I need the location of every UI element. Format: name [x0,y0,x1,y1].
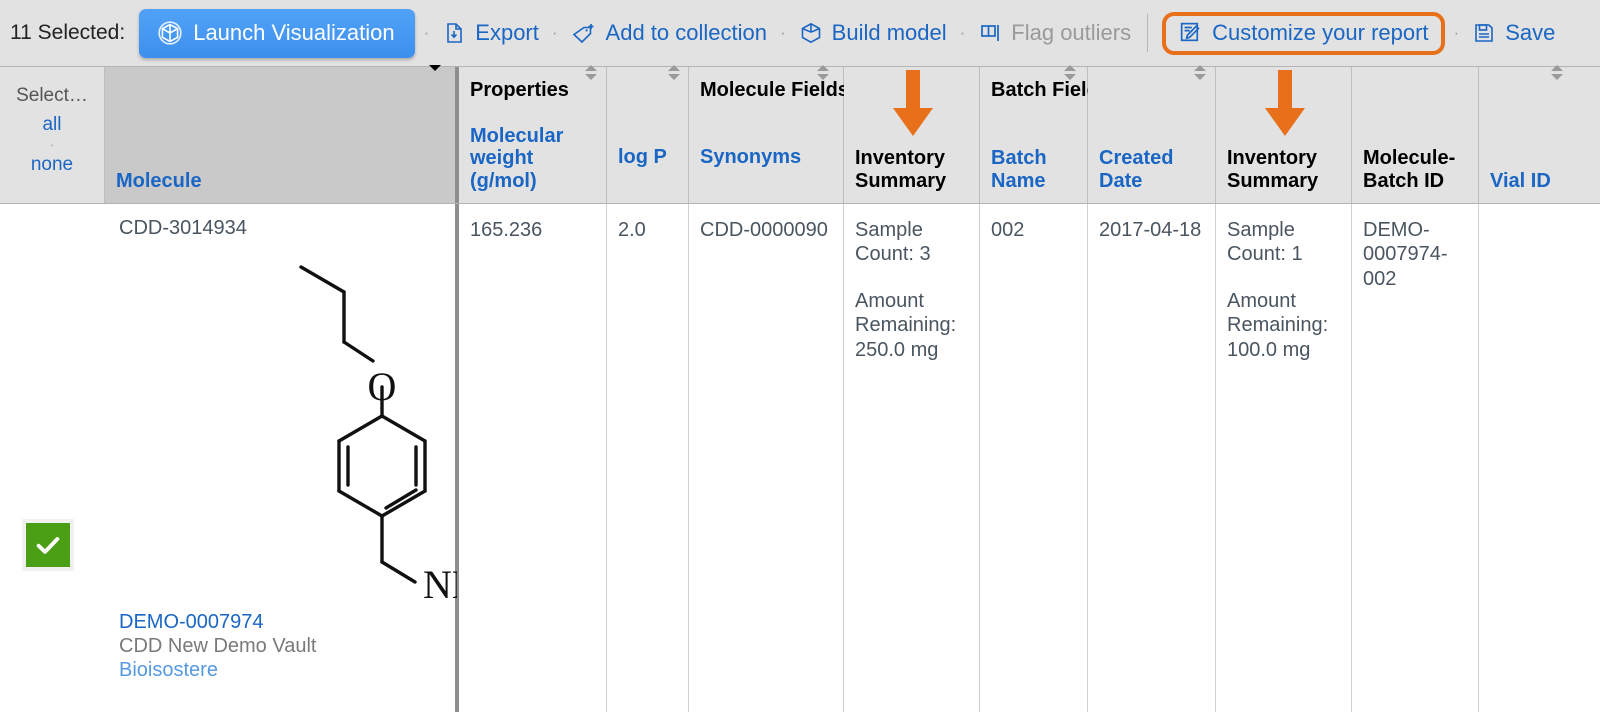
launch-visualization-button[interactable]: Launch Visualization [139,8,415,58]
column-batch-name: Batch Fields Batch Name 002 [980,65,1110,712]
sort-descending-icon[interactable] [429,65,441,175]
column-synonyms: Molecule Fields Synonyms CDD-0000090 [689,65,849,712]
molecule-results-table: Select… all · none Molecule CDD-3014934 … [0,65,1600,712]
molecule-header-label: Molecule [116,170,202,193]
molecular-weight-header-label: Molecular weight (g/mol) [470,124,564,193]
sort-toggle-icon[interactable] [1064,65,1076,145]
column-inventory-summary-batch: Inventory Summary Sample Count: 1 Amount… [1216,67,1352,712]
sample-count-text: Sample Count: 3 [855,219,931,266]
molecular-weight-column-header[interactable]: Properties Molecular weight (g/mol) [457,65,607,203]
group-label-properties: Properties [470,79,569,101]
toolbar-divider [1147,14,1149,52]
floppy-disk-icon [1472,21,1496,45]
molecule-footer: DEMO-0007974 CDD New Demo Vault Bioisost… [119,610,316,682]
vault-name-label: CDD New Demo Vault [119,635,317,657]
log-p-column-header[interactable]: log P [607,65,689,203]
project-link[interactable]: Bioisostere [119,658,316,682]
log-p-cell: 2.0 [607,204,689,712]
amount-remaining-text: Amount Remaining: 100.0 mg [1227,289,1329,361]
column-vial-id: Vial ID [1479,65,1600,712]
column-molecule: Molecule CDD-3014934 O N DEMO-0007974 CD… [105,65,493,712]
molecule-batch-id-header-label: Molecule-Batch ID [1363,147,1456,193]
log-p-header-label: log P [618,146,667,169]
selected-count-label: 11 Selected: [10,21,126,44]
molecular-weight-cell: 165.236 [457,204,607,712]
flag-outliers-label: Flag outliers [1011,20,1132,45]
molecule-batch-id-cell: DEMO-0007974-002 [1352,204,1479,712]
export-file-icon [442,21,466,45]
svg-text:O: O [368,364,397,409]
export-label: Export [475,20,539,45]
vial-id-column-header[interactable]: Vial ID [1479,65,1600,203]
molecule-id-label: CDD-3014934 [119,217,247,239]
created-date-header-label: Created Date [1099,147,1174,193]
row-checkbox[interactable] [22,519,74,571]
tag-plus-icon [571,21,597,45]
flag-outliers-button[interactable]: Flag outliers [974,16,1135,50]
vial-id-header-label: Vial ID [1490,170,1551,193]
cube-icon [799,21,823,45]
sort-toggle-icon[interactable] [668,65,680,145]
column-log-p: log P 2.0 [607,65,689,712]
customize-report-button[interactable]: Customize your report [1178,19,1429,46]
molecule-cell: CDD-3014934 O N DEMO-0007974 CDD New Dem… [105,204,493,712]
flag-icon [978,21,1002,45]
build-model-button[interactable]: Build model [795,16,951,50]
build-model-label: Build model [831,20,947,45]
save-button[interactable]: Save [1468,16,1559,50]
select-label: Select… [16,85,88,106]
inventory-summary-batch-cell: Sample Count: 1 Amount Remaining: 100.0 … [1216,204,1352,712]
export-button[interactable]: Export [438,16,543,50]
synonyms-cell: CDD-0000090 [689,204,844,712]
customize-report-highlight: Customize your report [1162,11,1445,55]
toolbar-separator: · [959,23,966,42]
column-created-date: Created Date 2017-04-18 [1088,65,1216,712]
add-to-collection-button[interactable]: Add to collection [567,16,771,50]
batch-name-column-header[interactable]: Batch Fields Batch Name [980,65,1110,203]
action-toolbar: 11 Selected: Launch Visualization · Expo… [0,0,1600,66]
sort-toggle-icon[interactable] [1194,65,1206,145]
batch-name-header-label: Batch Name [991,147,1047,193]
select-column-cell [0,204,105,712]
molecule-batch-id-column-header: Molecule-Batch ID [1352,67,1479,203]
inventory-summary-molecule-label: Inventory Summary [855,147,947,193]
annotation-arrow-molecule-inventory [886,70,940,143]
select-column-header: Select… all · none [0,67,105,203]
save-label: Save [1505,20,1556,45]
sample-count-text: Sample Count: 1 [1227,219,1303,266]
batch-name-cell: 002 [980,204,1088,712]
vault-id-link[interactable]: DEMO-0007974 [119,610,316,634]
select-separator: · [49,137,55,152]
launch-visualization-label: Launch Visualization [193,19,395,45]
column-inventory-summary-molecule: Inventory Summary Sample Count: 3 Amount… [844,67,980,712]
column-select: Select… all · none [0,67,105,712]
add-to-collection-label: Add to collection [605,20,767,45]
svg-text:NH: NH [423,562,457,604]
toolbar-separator: · [423,23,430,42]
vial-id-cell [1479,204,1600,712]
molecule-column-header[interactable]: Molecule [105,65,457,203]
column-molecule-batch-id: Molecule-Batch ID DEMO-0007974-002 [1352,67,1479,712]
visualization-cube-icon [157,20,183,46]
synonyms-column-header[interactable]: Molecule Fields Synonyms [689,65,849,203]
inventory-summary-batch-label: Inventory Summary [1227,147,1319,193]
select-all-link[interactable]: all [42,114,61,136]
report-pencil-icon [1178,20,1203,45]
inventory-summary-molecule-cell: Sample Count: 3 Amount Remaining: 250.0 … [844,204,980,712]
customize-report-label: Customize your report [1212,19,1429,45]
sort-toggle-icon[interactable] [817,65,829,145]
synonyms-header-label: Synonyms [700,146,802,169]
created-date-cell: 2017-04-18 [1088,204,1216,712]
annotation-arrow-batch-inventory [1258,70,1312,143]
select-none-link[interactable]: none [31,154,73,176]
column-molecular-weight: Properties Molecular weight (g/mol) 165.… [457,65,607,712]
sort-toggle-icon[interactable] [1551,65,1563,145]
toolbar-separator: · [779,23,786,42]
molecule-structure-image: O NH 2 [105,244,493,614]
toolbar-separator: · [551,23,558,42]
sort-toggle-icon[interactable] [585,65,597,143]
toolbar-separator: · [1453,23,1460,42]
amount-remaining-text: Amount Remaining: 250.0 mg [855,289,957,361]
created-date-column-header[interactable]: Created Date [1088,65,1216,203]
